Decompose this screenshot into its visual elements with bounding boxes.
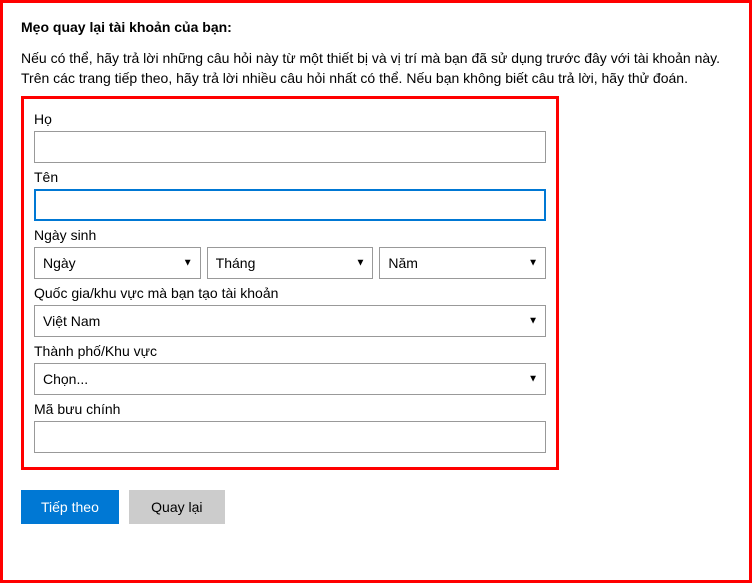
back-button[interactable]: Quay lại [129,490,225,524]
next-button[interactable]: Tiếp theo [21,490,119,524]
city-select[interactable]: Chọn... [34,363,546,395]
first-name-label: Tên [34,169,546,185]
country-label: Quốc gia/khu vực mà bạn tạo tài khoản [34,285,546,301]
postal-input[interactable] [34,421,546,453]
city-label: Thành phố/Khu vực [34,343,546,359]
birthdate-label: Ngày sinh [34,227,546,243]
form-container: Họ Tên Ngày sinh Ngày Tháng Năm Quốc gi [21,96,559,470]
last-name-label: Họ [34,111,546,127]
first-name-input[interactable] [34,189,546,221]
postal-label: Mã bưu chính [34,401,546,417]
last-name-input[interactable] [34,131,546,163]
month-select[interactable]: Tháng [207,247,374,279]
day-select[interactable]: Ngày [34,247,201,279]
country-select[interactable]: Việt Nam [34,305,546,337]
year-select[interactable]: Năm [379,247,546,279]
page-title: Mẹo quay lại tài khoản của bạn: [21,19,731,35]
page-description: Nếu có thể, hãy trả lời những câu hỏi nà… [21,49,731,88]
